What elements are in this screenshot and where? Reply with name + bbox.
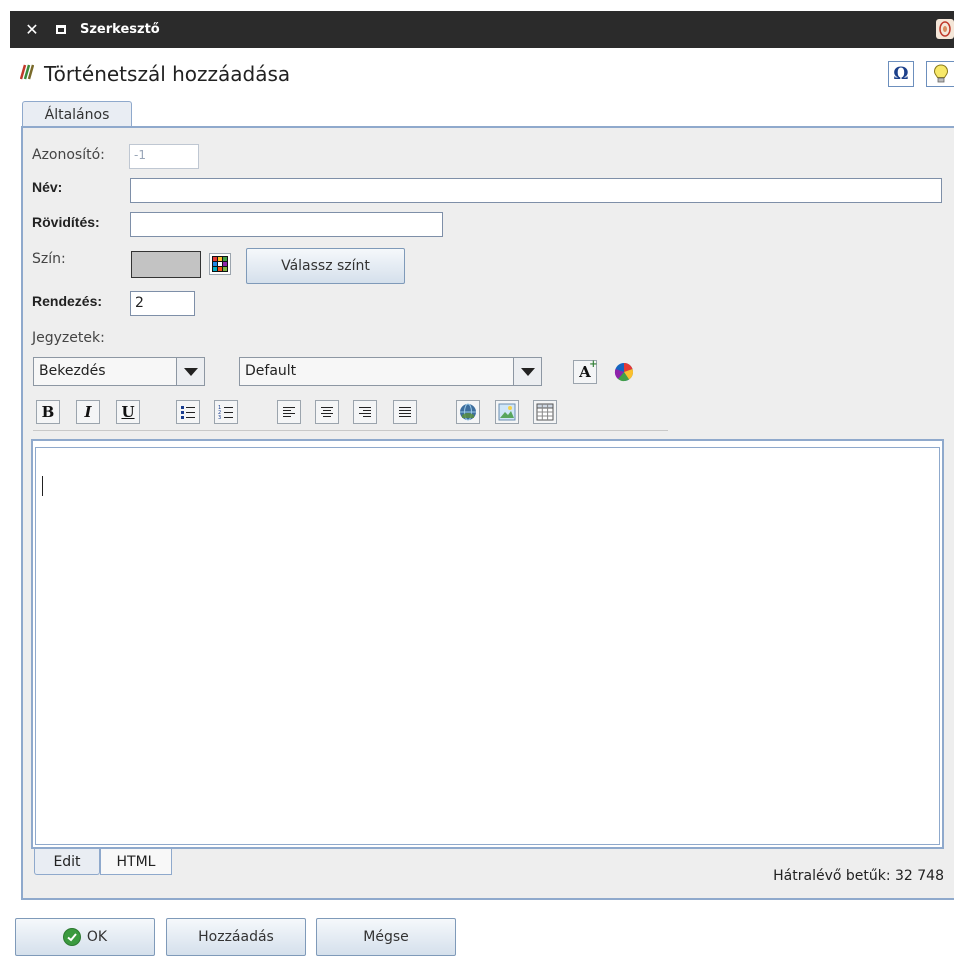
font-format-icon: A + (579, 359, 598, 381)
remaining-chars: Hátralévő betűk: 32 748 (773, 868, 944, 884)
color-swatch[interactable] (131, 251, 201, 278)
align-right-button[interactable] (353, 400, 377, 424)
tab-html[interactable]: HTML (100, 849, 172, 875)
choose-color-button[interactable]: Válassz színt (246, 248, 405, 284)
chevron-down-icon (513, 358, 541, 385)
order-label: Rendezés: (32, 293, 103, 309)
add-button[interactable]: Hozzáadás (166, 918, 306, 956)
dialog-heading: Történetszál hozzáadása (19, 60, 291, 88)
italic-button[interactable]: I (76, 400, 100, 424)
svg-text:3: 3 (218, 415, 221, 420)
abbr-label: Rövidítés: (32, 214, 100, 230)
align-center-button[interactable] (315, 400, 339, 424)
tab-edit[interactable]: Edit (34, 849, 100, 875)
table-icon (536, 403, 554, 421)
bulleted-list-icon (181, 406, 195, 419)
underline-icon: U (121, 403, 135, 421)
id-field: -1 (129, 144, 199, 169)
align-left-button[interactable] (277, 400, 301, 424)
paragraph-style-value: Bekezdés (39, 363, 106, 379)
app-icon (936, 19, 954, 39)
tip-button[interactable] (926, 61, 954, 87)
font-style-button[interactable]: A + (573, 359, 598, 384)
window-title: Szerkesztő (80, 22, 160, 37)
chevron-down-icon (176, 358, 204, 385)
name-label: Név: (32, 179, 63, 195)
numbered-list-icon: 1 2 3 (218, 405, 233, 420)
font-select[interactable]: Default (239, 357, 542, 386)
maximize-icon[interactable] (56, 25, 66, 34)
palette-button[interactable] (209, 253, 231, 275)
toolbar-separator (33, 430, 668, 431)
color-palette-icon (212, 256, 228, 272)
bold-icon: B (41, 403, 55, 421)
close-icon[interactable]: ✕ (24, 20, 40, 39)
color-wheel-icon (614, 363, 634, 382)
tab-general[interactable]: Általános (22, 101, 132, 127)
editor-content[interactable] (35, 447, 940, 845)
notes-editor[interactable] (31, 439, 944, 849)
insert-link-button[interactable] (456, 400, 480, 424)
font-value: Default (245, 363, 297, 379)
name-input[interactable] (130, 178, 942, 203)
special-chars-button[interactable]: Ω (888, 61, 914, 87)
storyline-icon (19, 62, 35, 86)
notes-label: Jegyzetek: (32, 330, 105, 346)
bold-button[interactable]: B (36, 400, 60, 424)
numbered-list-button[interactable]: 1 2 3 (214, 400, 238, 424)
ok-label: OK (86, 929, 108, 945)
insert-image-button[interactable] (495, 400, 519, 424)
italic-icon: I (84, 403, 92, 421)
bulleted-list-button[interactable] (176, 400, 200, 424)
check-icon (62, 928, 81, 946)
cancel-button[interactable]: Mégse (316, 918, 456, 956)
text-caret (42, 476, 43, 496)
color-label: Szín: (32, 251, 66, 267)
insert-table-button[interactable] (533, 400, 557, 424)
align-left-icon (283, 407, 295, 417)
underline-button[interactable]: U (116, 400, 140, 424)
paragraph-style-select[interactable]: Bekezdés (33, 357, 205, 386)
omega-icon: Ω (893, 64, 909, 84)
general-panel: Azonosító: -1 Név: Rövidítés: Szín: Vála… (21, 126, 954, 900)
order-input[interactable]: 2 (130, 291, 195, 316)
text-color-button[interactable] (612, 360, 636, 384)
page-title: Történetszál hozzáadása (44, 62, 291, 86)
abbr-input[interactable] (130, 212, 443, 237)
justify-icon (399, 407, 411, 417)
image-icon (498, 403, 516, 421)
id-label: Azonosító: (32, 147, 105, 163)
align-center-icon (321, 407, 333, 417)
ok-button[interactable]: OK (15, 918, 155, 956)
align-right-icon (359, 407, 371, 417)
lightbulb-icon (933, 64, 948, 83)
link-icon (460, 403, 476, 421)
justify-button[interactable] (393, 400, 417, 424)
window-titlebar: ✕ Szerkesztő (10, 11, 954, 48)
